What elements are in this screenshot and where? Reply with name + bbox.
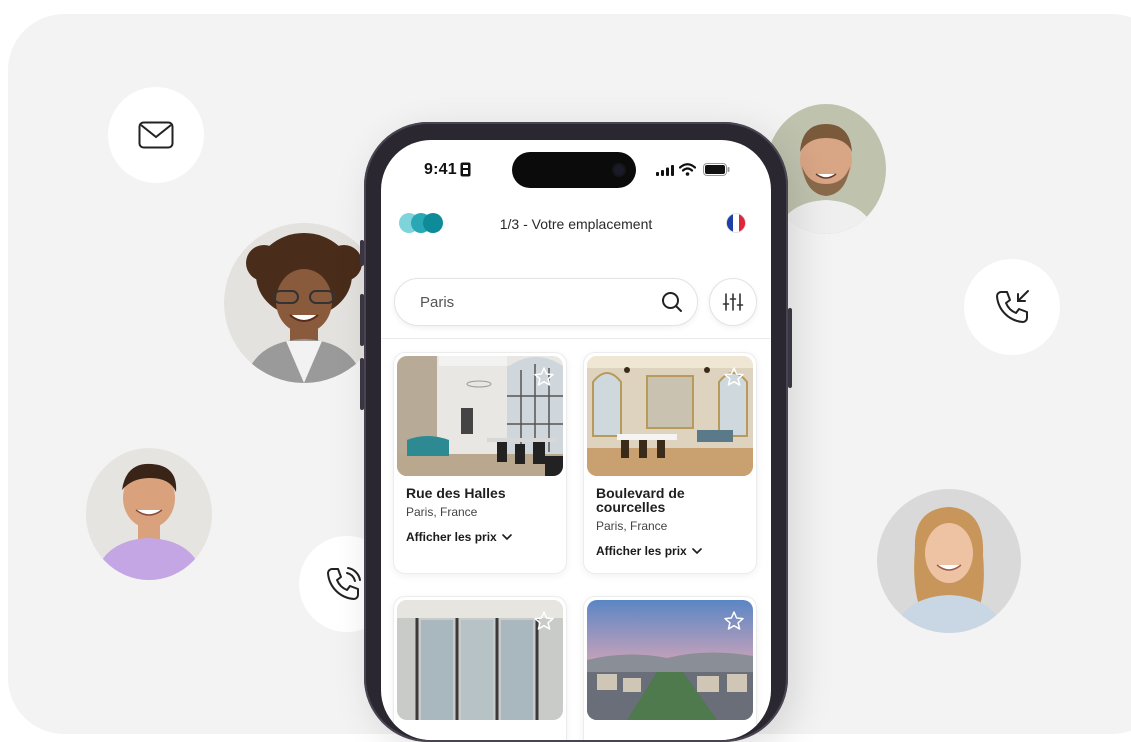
listing-card[interactable] [393, 596, 567, 740]
search-input-value: Paris [420, 294, 455, 311]
show-prices-label: Afficher les prix [406, 530, 497, 544]
page-title: 1/3 - Votre emplacement [499, 216, 653, 232]
phone-mute-switch [360, 240, 364, 266]
star-outline-icon[interactable] [533, 366, 555, 388]
listing-photo [397, 356, 563, 476]
star-outline-icon[interactable] [723, 366, 745, 388]
phone-ringing-icon [327, 567, 361, 600]
avatar-young-man [86, 448, 212, 580]
incoming-call-bubble [964, 259, 1060, 355]
phone-incoming-icon [996, 290, 1029, 323]
show-prices-toggle[interactable]: Afficher les prix [406, 530, 512, 544]
phone-screen: 9:41 1/3 - Votre emplacement Paris Rue d… [381, 140, 771, 740]
filter-button[interactable] [709, 278, 757, 326]
chevron-down-icon [691, 547, 702, 554]
id-card-icon [460, 162, 471, 177]
show-prices-label: Afficher les prix [596, 544, 687, 558]
signal-icon [656, 165, 674, 176]
listing-photo [587, 600, 753, 720]
france-flag-icon[interactable] [726, 213, 746, 233]
phone-volume-up [360, 294, 364, 346]
star-outline-icon[interactable] [533, 610, 555, 632]
listing-card[interactable] [583, 596, 757, 740]
wifi-icon [679, 163, 696, 176]
listing-location: Paris, France [596, 519, 668, 533]
status-bar: 9:41 [381, 140, 771, 198]
listing-title: Rue des Halles [406, 485, 506, 501]
phone-frame: 9:41 1/3 - Votre emplacement Paris Rue d… [360, 122, 792, 742]
dynamic-island [512, 152, 636, 188]
search-row: Paris [381, 266, 771, 339]
listing-photo [587, 356, 753, 476]
status-time: 9:41 [424, 161, 457, 178]
listing-card[interactable]: Boulevard de courcelles Paris, France Af… [583, 352, 757, 574]
listing-location: Paris, France [406, 505, 478, 519]
listing-card[interactable]: Rue des Halles Paris, France Afficher le… [393, 352, 567, 574]
mail-icon [138, 121, 174, 149]
listing-title: Boulevard de courcelles [596, 485, 685, 515]
phone-volume-down [360, 358, 364, 410]
avatar-blonde-woman [877, 489, 1021, 633]
mail-bubble [108, 87, 204, 183]
listing-photo [397, 600, 563, 720]
phone-power-button [788, 308, 792, 388]
search-input[interactable]: Paris [394, 278, 698, 326]
star-outline-icon[interactable] [723, 610, 745, 632]
app-header: 1/3 - Votre emplacement [381, 198, 771, 267]
filter-sliders-icon [722, 293, 744, 311]
show-prices-toggle[interactable]: Afficher les prix [596, 544, 702, 558]
battery-icon [703, 163, 730, 176]
search-icon[interactable] [661, 291, 683, 313]
chevron-down-icon [501, 533, 512, 540]
